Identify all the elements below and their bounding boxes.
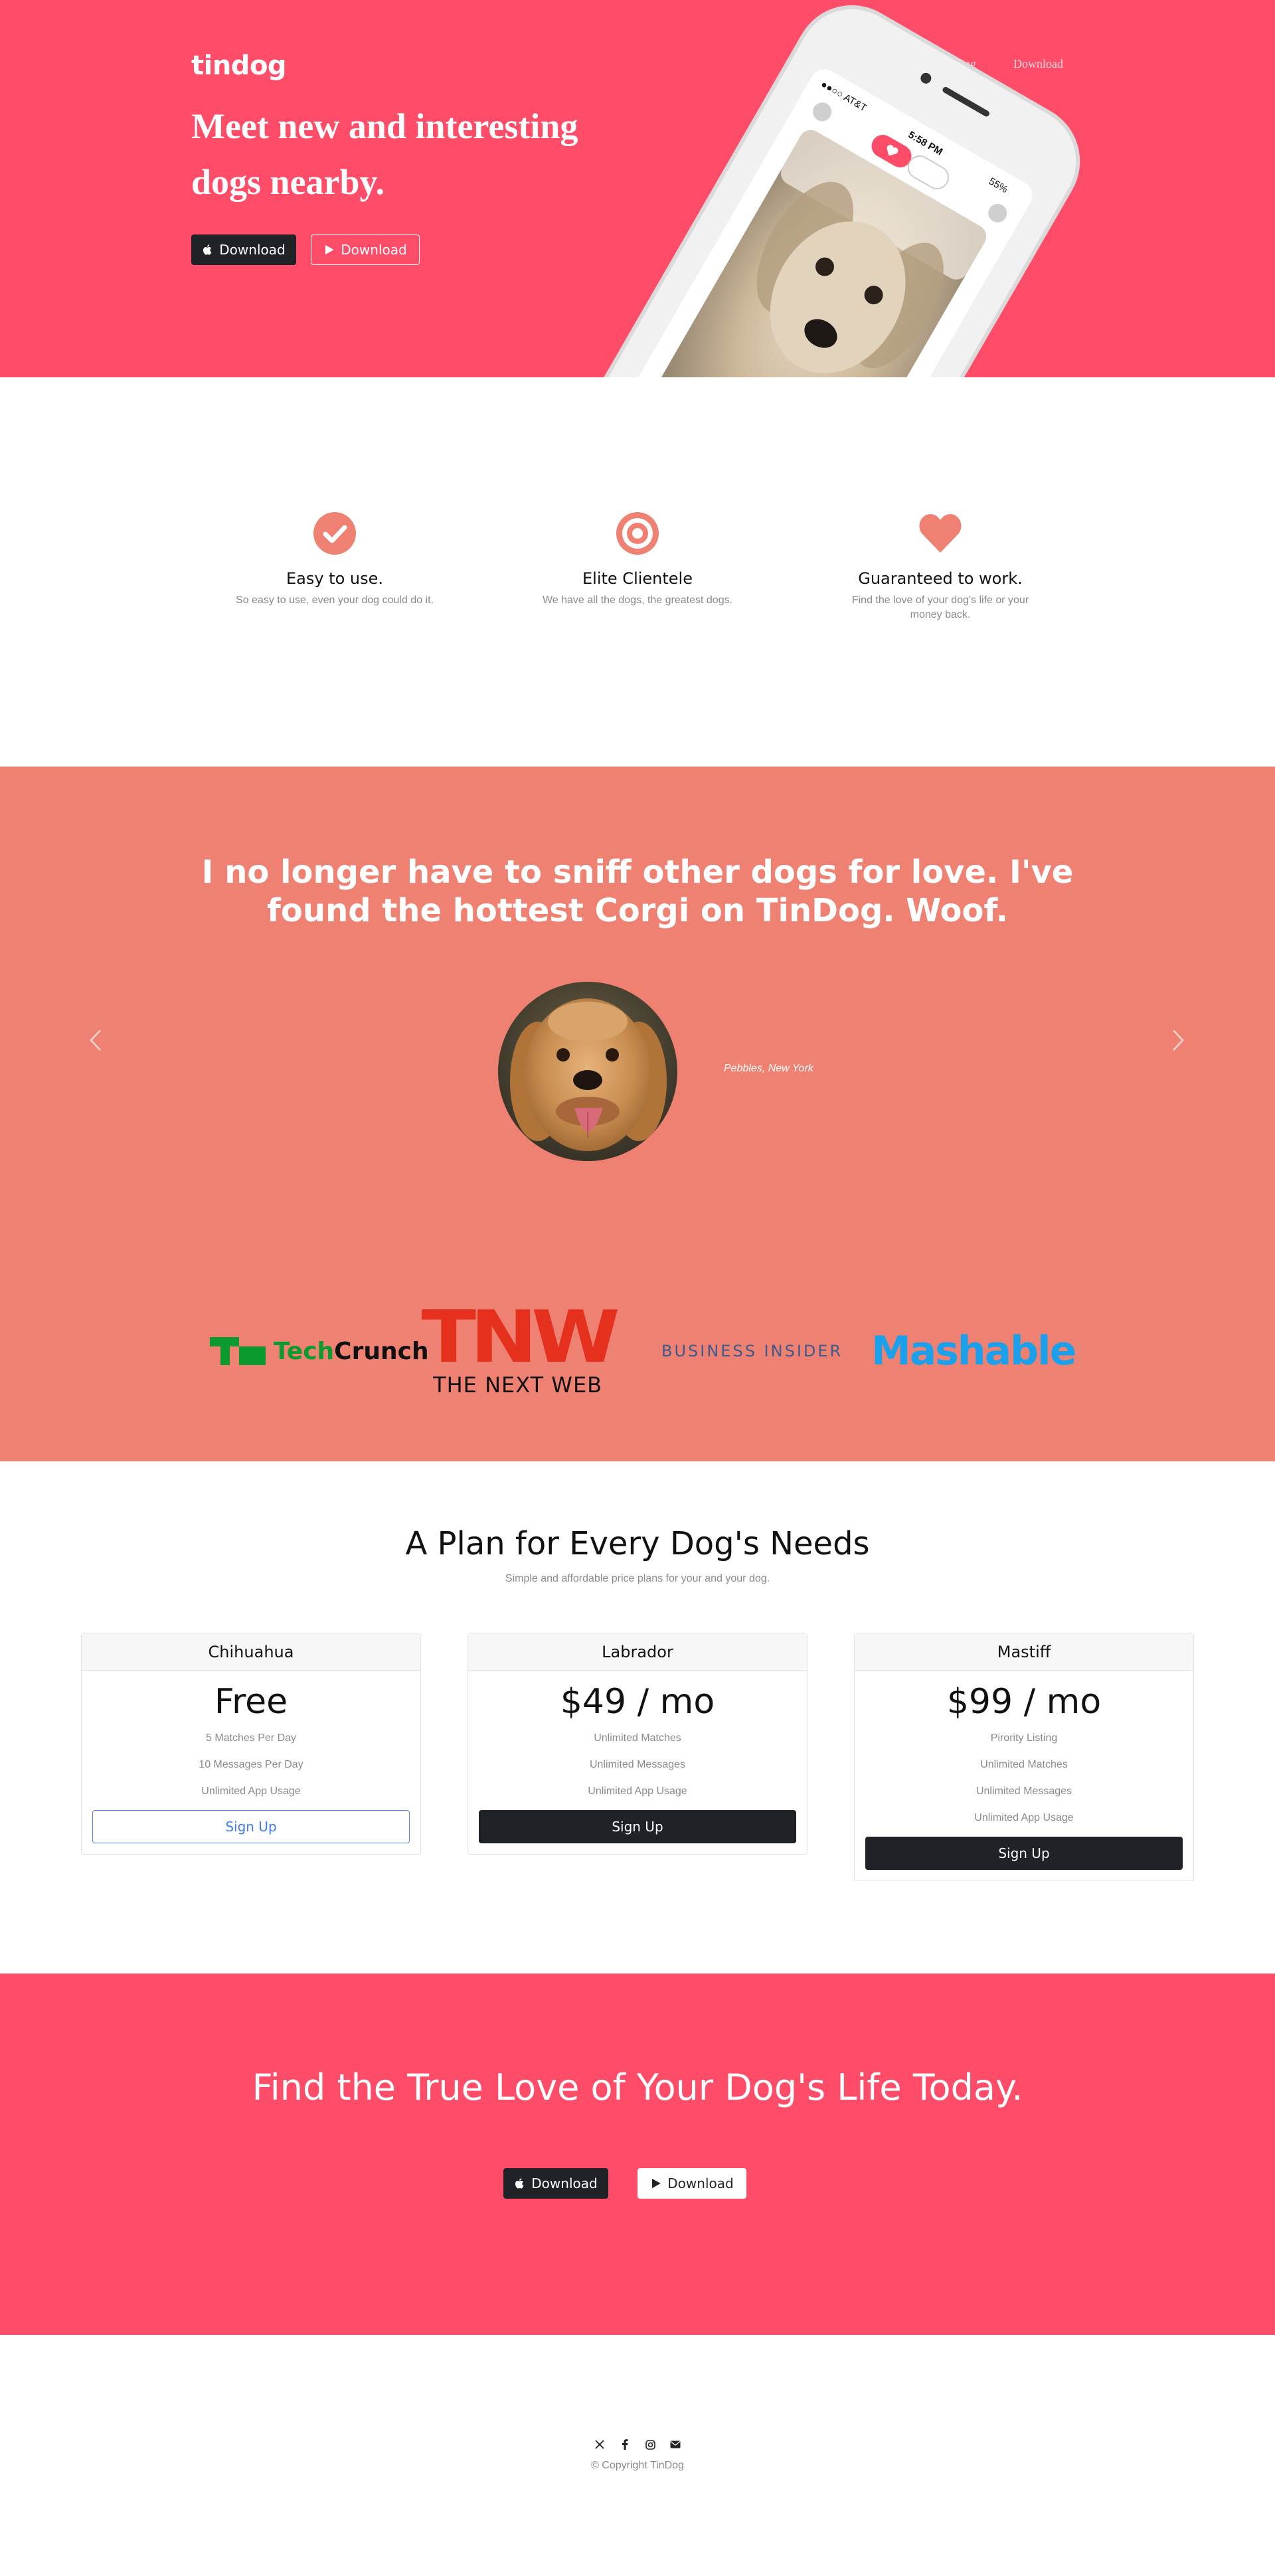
business-insider-logo: BUSINESS INSIDER (661, 1305, 843, 1398)
testimonial-section: I no longer have to sniff other dogs for… (0, 767, 1275, 1461)
pricing-section: A Plan for Every Dog's Needs Simple and … (0, 1461, 1275, 1974)
phone-battery: 55% (987, 175, 1010, 195)
svg-text:●●○○ AT&T: ●●○○ AT&T (819, 78, 869, 114)
dog-profile-image (498, 982, 677, 1161)
apple-download-button[interactable]: Download (191, 234, 296, 265)
sign-up-button-mastiff[interactable]: Sign Up (865, 1837, 1183, 1870)
techcrunch-tech: Tech (274, 1337, 335, 1365)
techcrunch-crunch: Crunch (334, 1337, 429, 1365)
social-links (0, 2438, 1275, 2450)
hero-title: Meet new and interesting dogs nearby. (191, 106, 578, 202)
bullseye-icon (616, 512, 659, 555)
apple-download-label: Download (219, 242, 286, 258)
instagram-icon[interactable] (644, 2438, 656, 2450)
techcrunch-wordmark: TechCrunch (274, 1338, 429, 1365)
cta-title: Find the True Love of Your Dog's Life To… (252, 2067, 1023, 2108)
footer: © Copyright TinDog (0, 2335, 1275, 2576)
feature-text: We have all the dogs, the greatest dogs. (542, 595, 733, 606)
golden-retriever-photo (498, 982, 677, 1161)
x-twitter-icon[interactable] (594, 2438, 606, 2450)
feature-title: Easy to use. (286, 569, 384, 588)
features-section: Easy to use. So easy to use, even your d… (0, 377, 1275, 767)
hero-section: tindog Contact Pricing Download Meet new… (0, 0, 1275, 377)
feature-text: So easy to use, even your dog could do i… (236, 595, 434, 606)
testimonial-quote: I no longer have to sniff other dogs for… (201, 854, 1074, 929)
feature-elite-clientele: Elite Clientele We have all the dogs, th… (531, 510, 744, 608)
plan-name: Labrador (468, 1633, 807, 1671)
google-play-download-button[interactable]: Download (311, 234, 420, 265)
plan-feature: Unlimited App Usage (201, 1786, 301, 1797)
call-to-action-section: Find the True Love of Your Dog's Life To… (0, 1974, 1275, 2335)
the-next-web-logo: TNW THE NEXT WEB (421, 1302, 620, 1398)
testimonial-attribution: Pebbles, New York (724, 1063, 813, 1074)
facebook-icon[interactable] (619, 2438, 631, 2450)
plan-feature: 5 Matches Per Day (205, 1732, 297, 1744)
plan-feature: Unlimited App Usage (974, 1812, 1074, 1823)
google-play-icon (325, 244, 335, 255)
plan-price: $99 / mo (946, 1682, 1102, 1722)
plan-price: Free (214, 1682, 288, 1722)
pricing-title: A Plan for Every Dog's Needs (405, 1525, 870, 1562)
plan-feature: Unlimited Messages (976, 1786, 1072, 1797)
apple-icon (515, 2178, 524, 2189)
tnw-mark: TNW (421, 1296, 620, 1379)
google-play-download-label: Download (667, 2175, 734, 2191)
feature-easy-to-use: Easy to use. So easy to use, even your d… (228, 510, 441, 608)
nav-link-pricing[interactable]: Pricing (942, 57, 976, 71)
nav-link-download[interactable]: Download (1013, 57, 1063, 71)
copyright-text: © Copyright TinDog (591, 2460, 684, 2471)
plan-feature: Unlimited Messages (589, 1759, 686, 1770)
carousel-next-button[interactable] (1165, 1020, 1191, 1060)
feature-text: Find the love of your dog's life or your… (851, 595, 1029, 620)
plan-name: Chihuahua (82, 1633, 420, 1671)
envelope-icon[interactable] (669, 2438, 681, 2450)
google-play-download-button[interactable]: Download (638, 2168, 746, 2199)
plan-price: $49 / mo (560, 1682, 715, 1722)
plan-card-chihuahua: Chihuahua Free 5 Matches Per Day 10 Mess… (81, 1633, 421, 1855)
chevron-left-icon (90, 1030, 101, 1051)
apple-download-button[interactable]: Download (503, 2168, 608, 2199)
sign-up-button-labrador[interactable]: Sign Up (479, 1810, 796, 1843)
sign-up-button-chihuahua[interactable]: Sign Up (92, 1810, 410, 1843)
plan-feature: 10 Messages Per Day (199, 1759, 303, 1770)
pricing-subtitle: Simple and affordable price plans for yo… (505, 1573, 770, 1584)
plan-feature: Unlimited Matches (980, 1759, 1068, 1770)
plan-feature: Unlimited App Usage (588, 1786, 687, 1797)
nav-link-contact[interactable]: Contact (867, 57, 904, 71)
plan-feature: Unlimited Matches (594, 1732, 681, 1744)
carousel-prev-button[interactable] (82, 1020, 109, 1060)
feature-title: Guaranteed to work. (858, 569, 1023, 588)
business-insider-wordmark: BUSINESS INSIDER (661, 1342, 843, 1360)
page: tindog Contact Pricing Download Meet new… (0, 0, 1275, 2576)
phone-time: 5:58 PM (906, 129, 945, 157)
plan-name: Mastiff (855, 1633, 1193, 1671)
heart-icon (919, 514, 962, 553)
plan-card-mastiff: Mastiff $99 / mo Pirority Listing Unlimi… (854, 1633, 1194, 1881)
top-nav: Contact Pricing Download (0, 57, 1275, 77)
mashable-wordmark: Mashable (871, 1328, 1076, 1374)
plan-card-labrador: Labrador $49 / mo Unlimited Matches Unli… (468, 1633, 808, 1855)
google-play-download-label: Download (341, 242, 407, 258)
techcrunch-mark-icon (210, 1337, 266, 1365)
feature-title: Elite Clientele (582, 569, 693, 588)
feature-guaranteed: Guaranteed to work. Find the love of you… (834, 510, 1047, 622)
mashable-logo: Mashable (871, 1305, 1076, 1398)
phone-carrier: AT&T (841, 92, 869, 114)
google-play-icon (652, 2178, 661, 2189)
chevron-right-icon (1173, 1030, 1184, 1051)
plan-feature: Pirority Listing (990, 1732, 1058, 1744)
apple-download-label: Download (531, 2175, 598, 2191)
apple-icon (203, 244, 212, 255)
techcrunch-logo: TechCrunch (210, 1305, 429, 1398)
check-circle-icon (313, 512, 356, 555)
